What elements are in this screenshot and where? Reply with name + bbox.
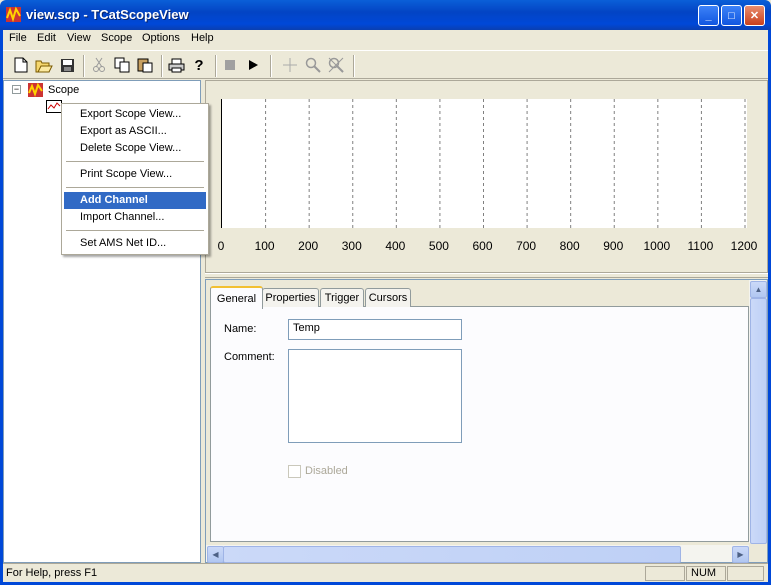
scroll-up-button[interactable]: ▲: [750, 281, 767, 298]
maximize-icon: □: [728, 9, 735, 22]
save-icon[interactable]: [57, 55, 77, 75]
name-label: Name:: [224, 323, 257, 335]
horizontal-scroll-thumb[interactable]: [223, 546, 681, 563]
comment-input[interactable]: [288, 349, 462, 443]
title-bar[interactable]: view.scp - TCatScopeView _ □ ✕: [0, 0, 771, 30]
close-icon: ✕: [749, 10, 760, 22]
menu-separator: [66, 230, 204, 231]
x-tick-label: 100: [254, 239, 275, 253]
disabled-label: Disabled: [305, 465, 348, 477]
menu-item-set-ams-net-id[interactable]: Set AMS Net ID...: [64, 235, 206, 252]
minimize-button[interactable]: _: [698, 5, 719, 26]
comment-label: Comment:: [224, 351, 275, 363]
tab-cursors[interactable]: Cursors: [365, 288, 411, 307]
scope-icon: [27, 82, 44, 98]
x-tick-label: 200: [298, 239, 319, 253]
open-icon[interactable]: [34, 55, 54, 75]
new-icon[interactable]: [11, 55, 31, 75]
status-cell-caps: [645, 566, 685, 581]
crosshair-icon[interactable]: [280, 55, 300, 75]
close-button[interactable]: ✕: [744, 5, 765, 26]
menu-item-export-ascii[interactable]: Export as ASCII...: [64, 123, 206, 140]
context-menu: Export Scope View... Export as ASCII... …: [61, 103, 209, 255]
menu-edit[interactable]: Edit: [37, 32, 56, 44]
plot-area[interactable]: [221, 99, 747, 228]
app-icon: [5, 6, 22, 23]
menu-file[interactable]: File: [9, 32, 27, 44]
toolbar-separator: [161, 55, 163, 77]
tab-properties[interactable]: Properties: [262, 288, 319, 307]
help-icon[interactable]: ?: [189, 55, 209, 75]
scroll-right-button[interactable]: ▶: [732, 546, 749, 563]
horizontal-scrollbar[interactable]: ◀ ▶: [206, 545, 749, 563]
menu-view[interactable]: View: [67, 32, 91, 44]
x-tick-label: 800: [559, 239, 580, 253]
x-tick-label: 700: [516, 239, 537, 253]
zoom-reset-icon[interactable]: [326, 55, 346, 75]
toolbar-separator: [215, 55, 217, 77]
menu-item-import-channel[interactable]: Import Channel...: [64, 209, 206, 226]
menu-separator: [66, 187, 204, 188]
status-cell-scrl: [727, 566, 764, 581]
menu-bar: File Edit View Scope Options Help: [3, 30, 768, 49]
x-tick-label: 500: [428, 239, 449, 253]
x-tick-label: 400: [385, 239, 406, 253]
plot-grid: [265, 99, 746, 228]
x-tick-label: 1200: [730, 239, 758, 253]
status-bar: For Help, press F1 NUM: [3, 563, 768, 582]
menu-separator: [66, 161, 204, 162]
stop-icon[interactable]: [220, 55, 240, 75]
x-tick-label: 600: [472, 239, 493, 253]
disabled-checkbox[interactable]: [288, 465, 301, 478]
copy-icon[interactable]: [112, 55, 132, 75]
scroll-left-button[interactable]: ◀: [207, 546, 224, 563]
menu-help[interactable]: Help: [191, 32, 214, 44]
x-tick-label: 1000: [643, 239, 671, 253]
menu-options[interactable]: Options: [142, 32, 180, 44]
scope-view-icon[interactable]: [46, 100, 62, 113]
tree-expander[interactable]: −: [12, 85, 21, 94]
tab-trigger[interactable]: Trigger: [320, 288, 364, 307]
paste-icon[interactable]: [135, 55, 155, 75]
tree-root-label[interactable]: Scope: [48, 84, 79, 96]
minimize-icon: _: [705, 9, 712, 22]
vertical-scrollbar[interactable]: ▲: [749, 280, 767, 544]
horizontal-splitter[interactable]: [205, 273, 768, 278]
toolbar-separator: [83, 55, 85, 77]
menu-item-delete-scope-view[interactable]: Delete Scope View...: [64, 140, 206, 157]
status-text: For Help, press F1: [6, 567, 98, 579]
x-tick-label: 900: [603, 239, 624, 253]
toolbar-separator: [270, 55, 272, 77]
toolbar: ?: [3, 50, 768, 79]
status-num: NUM: [686, 566, 726, 581]
x-tick-label: 300: [341, 239, 362, 253]
toolbar-separator: [353, 55, 355, 77]
vertical-scroll-thumb[interactable]: [750, 298, 767, 544]
menu-item-print-scope-view[interactable]: Print Scope View...: [64, 166, 206, 183]
tab-general[interactable]: General: [210, 286, 263, 309]
play-icon[interactable]: [243, 55, 263, 75]
window-title: view.scp - TCatScopeView: [26, 7, 189, 22]
zoom-icon[interactable]: [303, 55, 323, 75]
print-icon[interactable]: [166, 55, 186, 75]
menu-item-add-channel[interactable]: Add Channel: [64, 192, 206, 209]
x-tick-label: 1100: [687, 239, 714, 253]
maximize-button[interactable]: □: [721, 5, 742, 26]
menu-item-export-scope-view[interactable]: Export Scope View...: [64, 106, 206, 123]
name-input[interactable]: Temp: [288, 319, 462, 340]
menu-scope[interactable]: Scope: [101, 32, 132, 44]
cut-icon[interactable]: [89, 55, 109, 75]
